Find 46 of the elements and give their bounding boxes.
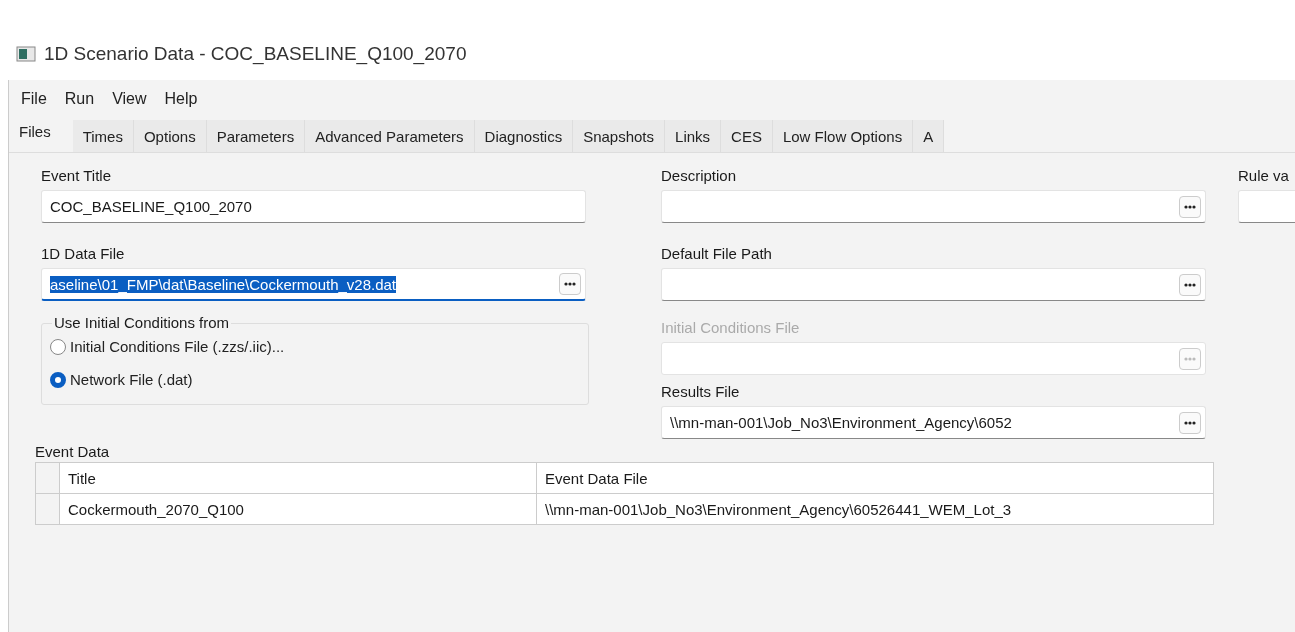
- file-path-field[interactable]: \\mn-man-001\Job_No3\Environment_Agency\6052: [661, 406, 1206, 439]
- tab[interactable]: Times: [72, 120, 134, 152]
- column-header: Event Data File: [536, 462, 1214, 494]
- column-header: Title: [59, 462, 537, 494]
- tab[interactable]: Links: [665, 120, 722, 152]
- file-path-field[interactable]: aseline\01_FMP\dat\Baseline\Cockermouth_v28.dat: [41, 268, 586, 301]
- field-label: Initial Conditions File: [661, 318, 801, 338]
- section-label: Event Data: [35, 442, 111, 460]
- radio-option[interactable]: Initial Conditions File (.zzs/.iic)...: [50, 328, 285, 361]
- field-label: Default File Path: [661, 244, 773, 264]
- field-label: Rule va: [1238, 166, 1290, 186]
- menu-item[interactable]: Run: [56, 88, 103, 110]
- file-path-field[interactable]: [661, 268, 1206, 301]
- browse-button[interactable]: [1179, 195, 1201, 218]
- table-cell: \\mn-man-001\Job_No3\Environment_Agency\60526441_WEM_Lot_3: [536, 493, 1214, 525]
- field-label: Event Title: [41, 166, 113, 186]
- tab[interactable]: Options: [133, 120, 207, 152]
- text-field[interactable]: COC_BASELINE_Q100_2070: [41, 190, 586, 223]
- tab[interactable]: A: [913, 120, 945, 152]
- ellipsis-icon: [1184, 204, 1196, 209]
- field-label: Description: [661, 166, 738, 186]
- browse-button[interactable]: [559, 273, 581, 295]
- tab[interactable]: Low Flow Options: [772, 120, 914, 152]
- field-label: Results File: [661, 382, 741, 402]
- menu-item[interactable]: File: [13, 88, 55, 110]
- file-path-field[interactable]: [661, 190, 1206, 223]
- text-field[interactable]: [1238, 190, 1295, 223]
- browse-button[interactable]: [1179, 273, 1201, 296]
- tab[interactable]: CES: [721, 120, 773, 152]
- window-title: 1D Scenario Data - COC_BASELINE_Q100_2070: [44, 43, 467, 65]
- browse-button[interactable]: [1179, 411, 1201, 434]
- ellipsis-icon: [564, 282, 576, 286]
- ellipsis-icon: [1184, 282, 1196, 287]
- tab[interactable]: Snapshots: [573, 120, 666, 152]
- tab[interactable]: Diagnostics: [474, 120, 574, 152]
- radio-option[interactable]: Network File (.dat): [50, 361, 193, 394]
- group-title: Use Initial Conditions from: [52, 314, 232, 331]
- ellipsis-icon: [1184, 356, 1196, 361]
- window-icon: [16, 46, 36, 62]
- tab[interactable]: Parameters: [206, 120, 306, 152]
- menu-item[interactable]: View: [104, 88, 155, 110]
- field-label: 1D Data File: [41, 244, 126, 264]
- menu-item[interactable]: Help: [156, 88, 206, 110]
- tab[interactable]: Advanced Parameters: [305, 120, 475, 152]
- table-cell: Cockermouth_2070_Q100: [59, 493, 537, 525]
- ellipsis-icon: [1184, 420, 1196, 425]
